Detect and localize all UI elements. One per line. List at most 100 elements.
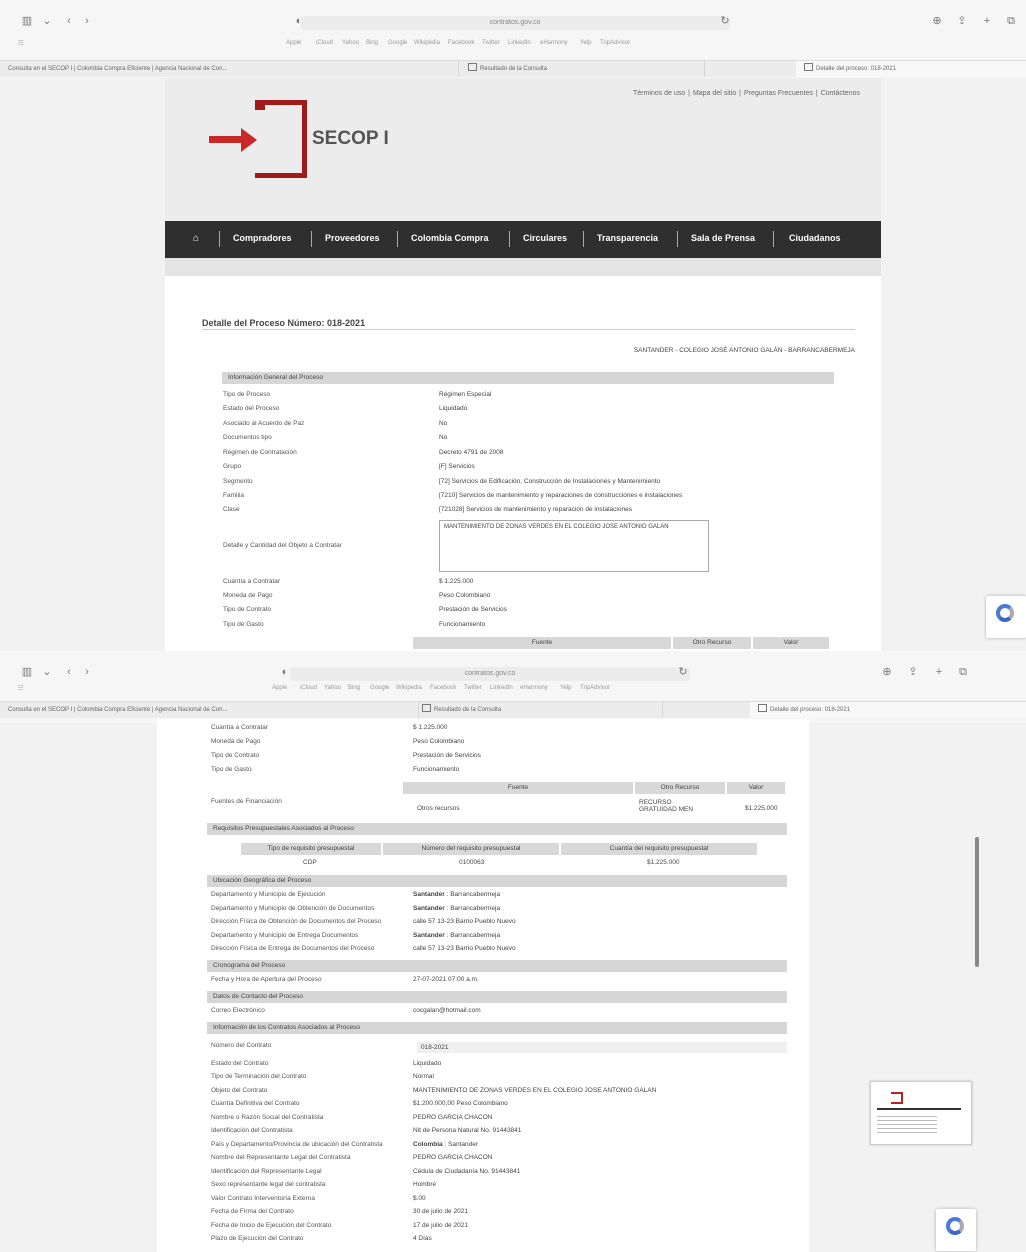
row-label: Tipo de Contrato — [223, 606, 272, 613]
forward-icon[interactable]: › — [80, 665, 94, 679]
fav-linkedin[interactable]: LinkedIn — [508, 40, 531, 46]
nav-proveedores[interactable]: Proveedores — [325, 233, 380, 243]
title-divider — [202, 329, 855, 330]
favorites-bar: ☷ Apple iCloud Yahoo Bing Google Wikiped… — [0, 38, 1026, 52]
tab-overview-icon[interactable]: ⧉ — [1004, 14, 1018, 28]
nav-compradores[interactable]: Compradores — [233, 233, 292, 243]
thumb-nav-shape — [877, 1108, 961, 1110]
home-icon[interactable]: ⌂ — [193, 234, 203, 244]
tab-resultado[interactable]: Resultado de la Consulta — [414, 702, 663, 718]
fav-google[interactable]: Google — [370, 685, 389, 691]
nav-sala-prensa[interactable]: Sala de Prensa — [691, 233, 755, 243]
value-text: : Barrancabermeja — [444, 891, 501, 898]
fav-twitter[interactable]: Twitter — [482, 40, 500, 46]
link-preguntas[interactable]: Preguntas Frecuentes — [744, 90, 813, 97]
page-preview-thumbnail[interactable] — [870, 1081, 972, 1145]
nav-transparencia[interactable]: Transparencia — [597, 233, 658, 243]
tab-detalle[interactable]: Detalle del proceso: 018-2021 — [796, 61, 1026, 77]
value-text: 30 de julio de 2021 — [413, 1208, 468, 1215]
fav-apple[interactable]: Apple — [272, 685, 287, 691]
row-value: 17 de julio de 2021 — [413, 1222, 793, 1229]
nav-divider — [773, 231, 774, 247]
reload-icon[interactable]: ↻ — [718, 14, 732, 28]
tab-detalle[interactable]: Detalle del proceso: 018-2021 — [750, 702, 1026, 718]
new-tab-icon[interactable]: + — [980, 14, 994, 28]
grid-icon[interactable]: ☷ — [18, 685, 23, 692]
download-icon[interactable]: ⊕ — [880, 665, 894, 679]
row-label: Dirección Física de Obtención de Documen… — [211, 918, 382, 925]
back-icon[interactable]: ‹ — [62, 14, 76, 28]
share-icon[interactable]: ⇪ — [906, 665, 920, 679]
fav-eharmony[interactable]: eHarmony — [540, 40, 568, 46]
bold-value: Santander — [413, 905, 445, 912]
row-value: Funcionamiento — [439, 621, 486, 628]
fav-linkedin[interactable]: LinkedIn — [490, 685, 513, 691]
thumb-text-shape — [877, 1116, 937, 1136]
page-icon — [804, 63, 813, 71]
bold-value: Santander — [413, 891, 445, 898]
nav-divider — [677, 231, 678, 247]
fav-tripadvisor[interactable]: TripAdvisor — [580, 685, 610, 691]
fav-tripadvisor[interactable]: TripAdvisor — [600, 40, 630, 46]
fav-apple[interactable]: Apple — [286, 40, 301, 46]
fav-yahoo[interactable]: Yahoo — [342, 40, 359, 46]
row-value: Santander : Barrancabermeja — [413, 905, 793, 912]
fav-icloud[interactable]: iCloud — [300, 685, 317, 691]
row-label: Segmento — [223, 478, 253, 485]
chevron-down-icon[interactable]: ⌄ — [40, 14, 54, 28]
sidebar-toggle-icon[interactable]: ▥ — [20, 14, 34, 28]
tab-resultado[interactable]: Resultado de la Consulta — [460, 61, 705, 77]
link-mapa[interactable]: Mapa del sitio — [693, 90, 736, 97]
tab-overview-icon[interactable]: ⧉ — [956, 665, 970, 679]
tab-consulta[interactable]: Consulta en el SECOP I | Colombia Compra… — [0, 702, 419, 718]
fav-icloud[interactable]: iCloud — [316, 40, 333, 46]
fav-bing[interactable]: Bing — [348, 685, 360, 691]
link-contactenos[interactable]: Contáctenos — [821, 90, 860, 97]
fav-bing[interactable]: Bing — [366, 40, 378, 46]
page-scrollbar[interactable] — [975, 837, 979, 967]
presup-col-numero: Número del requisito presupuestal — [383, 843, 559, 855]
back-icon[interactable]: ‹ — [62, 665, 76, 679]
fav-facebook[interactable]: Facebook — [430, 685, 456, 691]
nav-ciudadanos[interactable]: Ciudadanos — [789, 233, 841, 243]
recaptcha-badge[interactable] — [986, 596, 1026, 638]
row-value: Nit de Persona Natural No. 91443841 — [413, 1127, 793, 1134]
download-icon[interactable]: ⊕ — [930, 14, 944, 28]
fav-yahoo[interactable]: Yahoo — [324, 685, 341, 691]
nav-circulares[interactable]: Circulares — [523, 233, 567, 243]
section-header-contratos: Información de los Contratos Asociados a… — [207, 1022, 787, 1034]
value-text: Nit de Persona Natural No. 91443841 — [413, 1127, 522, 1134]
address-bar[interactable]: contratos.gov.co — [290, 667, 690, 681]
nav-colombia-compra[interactable]: Colombia Compra — [411, 233, 489, 243]
row-value[interactable]: 018-2021 — [417, 1042, 787, 1053]
fav-facebook[interactable]: Facebook — [448, 40, 474, 46]
value-text: : Barrancabermeja — [444, 932, 501, 939]
fav-wikipedia[interactable]: Wikipedia — [396, 685, 422, 691]
fav-twitter[interactable]: Twitter — [464, 685, 482, 691]
tab-consulta[interactable]: Consulta en el SECOP I | Colombia Compra… — [0, 61, 459, 77]
fav-yelp[interactable]: Yelp — [580, 40, 591, 46]
value-text: : Barrancabermeja — [444, 905, 501, 912]
chevron-down-icon[interactable]: ⌄ — [40, 665, 54, 679]
reload-icon[interactable]: ↻ — [676, 665, 690, 679]
new-tab-icon[interactable]: + — [932, 665, 946, 679]
grid-icon[interactable]: ☷ — [18, 40, 23, 47]
fav-yelp[interactable]: Yelp — [560, 685, 571, 691]
sidebar-toggle-icon[interactable]: ▥ — [20, 665, 34, 679]
row-value: Peso Colombiano — [439, 592, 491, 599]
row-label: Régimen de Contratación — [223, 449, 297, 456]
fav-wikipedia[interactable]: Wikipedia — [414, 40, 440, 46]
address-bar[interactable]: contratos.gov.co — [300, 16, 730, 30]
value-text: : Santander — [442, 1141, 479, 1148]
objeto-textarea[interactable]: MANTENIMIENTO DE ZONAS VERDES EN EL COLE… — [439, 520, 709, 572]
forward-icon[interactable]: › — [80, 14, 94, 28]
link-terminos[interactable]: Términos de uso — [633, 90, 685, 97]
fav-google[interactable]: Google — [388, 40, 407, 46]
fav-eharmony[interactable]: eHarmony — [520, 685, 548, 691]
row-label: Correo Electrónico — [211, 1007, 265, 1014]
row-value: Hombre — [413, 1181, 793, 1188]
share-icon[interactable]: ⇪ — [955, 14, 969, 28]
recaptcha-badge[interactable] — [936, 1209, 976, 1251]
row-value: Peso Colombiano — [413, 738, 465, 745]
fuentes-col-valor: Valor — [753, 637, 829, 649]
